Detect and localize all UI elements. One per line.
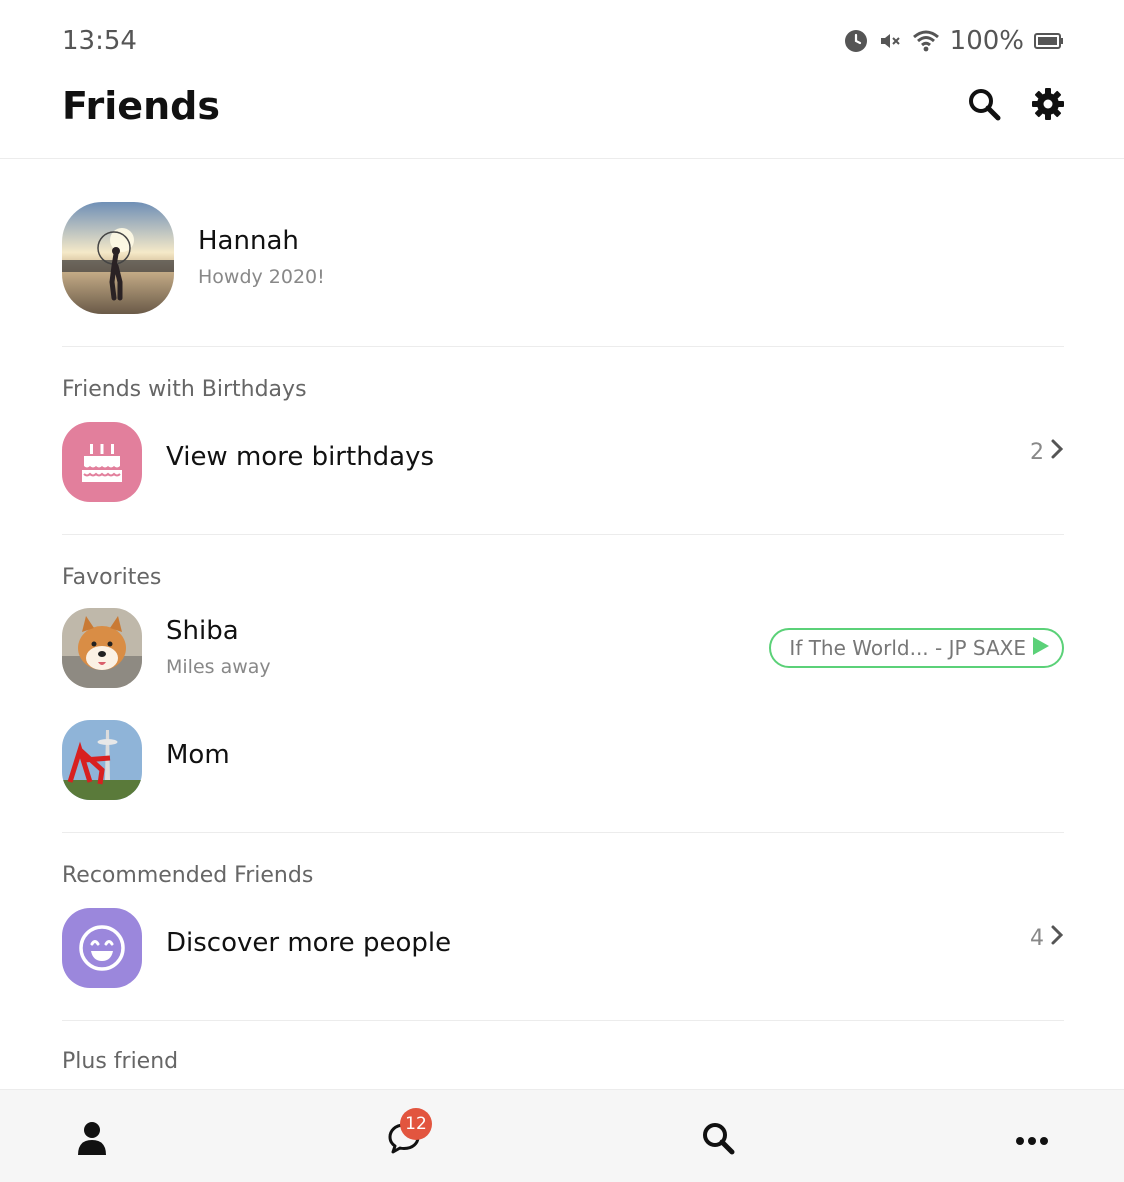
status-icons: 100%	[844, 26, 1064, 56]
section-title-recommended: Recommended Friends	[62, 863, 314, 888]
view-birthdays-row[interactable]: View more birthdays 2	[62, 422, 1064, 502]
wifi-icon	[912, 29, 940, 53]
recommended-count-value: 4	[1030, 925, 1044, 951]
friends-list: Hannah Howdy 2020! Friends with Birthday…	[62, 160, 1064, 1081]
view-birthdays-label: View more birthdays	[166, 442, 435, 472]
nav-more-tab[interactable]	[1012, 1120, 1052, 1160]
section-title-plus-friend: Plus friend	[62, 1049, 179, 1074]
play-icon	[1032, 636, 1050, 661]
friend-row-mom[interactable]: Mom	[62, 720, 1064, 800]
chat-unread-badge: 12	[400, 1108, 432, 1140]
profile-name: Hannah	[198, 226, 299, 256]
chevron-right-icon	[1050, 924, 1064, 952]
friend-avatar[interactable]	[62, 608, 142, 688]
friend-status-message: Miles away	[166, 656, 271, 678]
birthdays-count: 2	[1030, 438, 1064, 466]
section-title-birthdays: Friends with Birthdays	[62, 377, 307, 402]
battery-label: 100%	[949, 26, 1024, 56]
settings-button[interactable]	[1028, 86, 1068, 126]
friend-row-shiba[interactable]: Shiba Miles away If The World... - JP SA…	[62, 608, 1064, 688]
more-icon	[1015, 1131, 1049, 1150]
search-icon	[967, 87, 1001, 125]
nav-friends-tab[interactable]	[72, 1120, 112, 1160]
friend-name: Shiba	[166, 616, 239, 646]
profile-music-button[interactable]: If The World... - JP SAXE	[769, 628, 1064, 668]
bottom-navigation: 12	[0, 1089, 1124, 1182]
battery-icon	[1034, 32, 1064, 50]
plus-friend-section: Plus friend	[62, 1021, 1064, 1081]
alarm-icon	[844, 29, 868, 53]
cake-icon	[62, 422, 142, 502]
nav-search-tab[interactable]	[698, 1120, 738, 1160]
profile-status-message: Howdy 2020!	[198, 266, 325, 288]
discover-people-label: Discover more people	[166, 928, 452, 958]
friend-avatar[interactable]	[62, 720, 142, 800]
profile-avatar[interactable]	[62, 202, 174, 314]
mute-icon	[878, 29, 902, 53]
status-time: 13:54	[62, 26, 137, 56]
page-title: Friends	[62, 84, 220, 128]
gear-icon	[1031, 87, 1065, 125]
discover-people-row[interactable]: Discover more people 4	[62, 908, 1064, 988]
recommended-count: 4	[1030, 924, 1064, 952]
section-title-favorites: Favorites	[62, 565, 162, 590]
smile-icon	[62, 908, 142, 988]
chevron-right-icon	[1050, 438, 1064, 466]
my-profile-row[interactable]: Hannah Howdy 2020!	[62, 160, 1064, 347]
favorites-section: Favorites Shiba Miles away If The World.…	[62, 535, 1064, 833]
friend-name: Mom	[166, 740, 230, 770]
search-icon	[701, 1121, 735, 1159]
birthdays-section: Friends with Birthdays View more birthda…	[62, 347, 1064, 535]
birthdays-count-value: 2	[1030, 439, 1044, 465]
friends-icon	[77, 1121, 107, 1159]
search-button[interactable]	[964, 86, 1004, 126]
music-title: If The World... - JP SAXE	[789, 636, 1026, 660]
header: Friends	[0, 80, 1124, 159]
recommended-section: Recommended Friends Discover more people…	[62, 833, 1064, 1021]
status-bar: 13:54 100%	[0, 0, 1124, 80]
